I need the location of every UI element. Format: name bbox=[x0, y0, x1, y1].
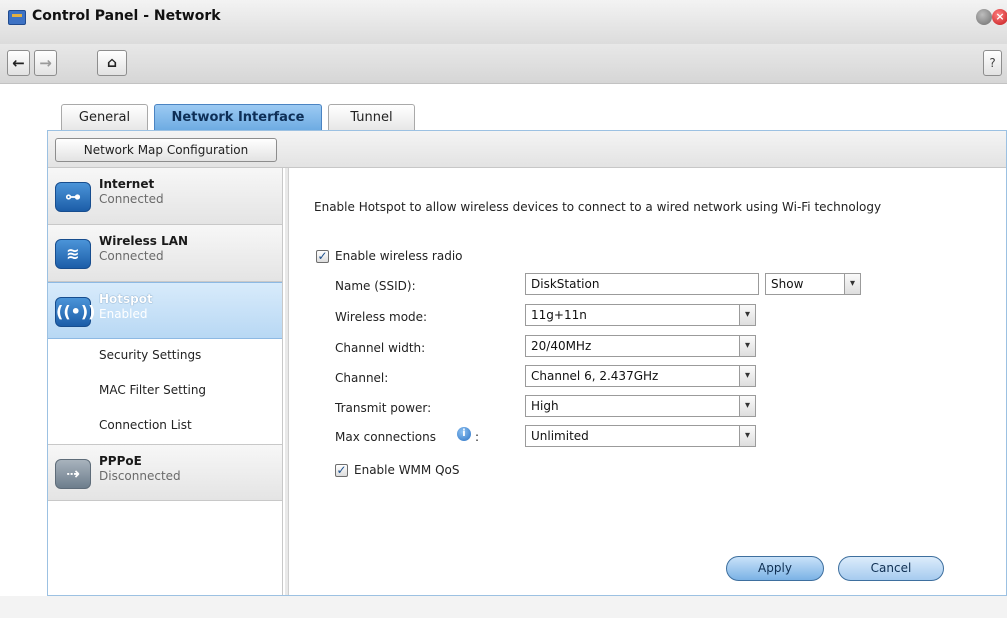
transmit-power-select[interactable]: High ▾ bbox=[525, 395, 756, 417]
chevron-down-icon: ▾ bbox=[739, 336, 755, 356]
tab-network-interface[interactable]: Network Interface bbox=[154, 104, 322, 132]
sidebar-item-hotspot[interactable]: ((•)) Hotspot Enabled bbox=[48, 282, 282, 339]
pppoe-icon: ⇢ bbox=[55, 459, 91, 489]
nav-toolbar: ← → ⌂ ? bbox=[0, 44, 1007, 84]
sidebar-item-label: Internet bbox=[99, 177, 155, 191]
ssid-input[interactable]: DiskStation bbox=[525, 273, 759, 295]
wifi-icon: ≋ bbox=[55, 239, 91, 269]
chevron-down-icon: ▾ bbox=[739, 366, 755, 386]
ssid-visibility-value: Show bbox=[771, 277, 804, 291]
channel-select[interactable]: Channel 6, 2.437GHz ▾ bbox=[525, 365, 756, 387]
channel-width-value: 20/40MHz bbox=[531, 339, 592, 353]
enable-wmm-qos-checkbox[interactable]: ✓ bbox=[335, 464, 348, 477]
minimize-button[interactable] bbox=[976, 9, 992, 25]
sidebar-item-label: PPPoE bbox=[99, 454, 142, 468]
network-map-configuration-button[interactable]: Network Map Configuration bbox=[55, 138, 277, 162]
tab-general[interactable]: General bbox=[61, 104, 148, 131]
sidebar-item-label: Wireless LAN bbox=[99, 234, 189, 248]
cancel-button[interactable]: Cancel bbox=[838, 556, 944, 581]
title-bar: Control Panel - Network × bbox=[0, 0, 1007, 44]
close-button[interactable]: × bbox=[992, 9, 1007, 25]
chevron-down-icon: ▾ bbox=[739, 426, 755, 446]
sidebar-item-status: Enabled bbox=[99, 307, 148, 321]
max-connections-label: Max connections bbox=[335, 430, 436, 444]
channel-label: Channel: bbox=[335, 371, 389, 385]
hotspot-icon: ((•)) bbox=[55, 297, 95, 327]
channel-width-select[interactable]: 20/40MHz ▾ bbox=[525, 335, 756, 357]
sidebar-subitem-security-settings[interactable]: Security Settings bbox=[99, 348, 201, 362]
enable-wireless-radio-checkbox[interactable]: ✓ bbox=[316, 250, 329, 263]
interface-sidebar: ⊶ Internet Connected ≋ Wireless LAN Conn… bbox=[48, 168, 283, 595]
sidebar-splitter[interactable] bbox=[285, 168, 289, 595]
panel-toolbar: Network Map Configuration bbox=[48, 131, 1006, 168]
sidebar-item-status: Connected bbox=[99, 249, 164, 263]
wireless-mode-value: 11g+11n bbox=[531, 308, 587, 322]
chevron-down-icon: ▾ bbox=[739, 305, 755, 325]
network-interface-panel: Network Map Configuration ⊶ Internet Con… bbox=[47, 130, 1007, 596]
wireless-mode-select[interactable]: 11g+11n ▾ bbox=[525, 304, 756, 326]
apply-button[interactable]: Apply bbox=[726, 556, 824, 581]
help-button[interactable]: ? bbox=[983, 50, 1002, 76]
chevron-down-icon: ▾ bbox=[739, 396, 755, 416]
back-arrow-icon[interactable]: ← bbox=[7, 50, 30, 76]
sidebar-subitem-mac-filter[interactable]: MAC Filter Setting bbox=[99, 383, 206, 397]
forward-arrow-icon[interactable]: → bbox=[34, 50, 57, 76]
sidebar-item-pppoe[interactable]: ⇢ PPPoE Disconnected bbox=[48, 444, 282, 501]
ssid-label: Name (SSID): bbox=[335, 279, 416, 293]
transmit-power-value: High bbox=[531, 399, 559, 413]
sidebar-item-internet[interactable]: ⊶ Internet Connected bbox=[48, 168, 282, 225]
home-icon[interactable]: ⌂ bbox=[97, 50, 127, 76]
max-connections-colon: : bbox=[475, 430, 480, 444]
transmit-power-label: Transmit power: bbox=[335, 401, 432, 415]
max-connections-select[interactable]: Unlimited ▾ bbox=[525, 425, 756, 447]
window-title: Control Panel - Network bbox=[32, 8, 221, 24]
sidebar-item-status: Disconnected bbox=[99, 469, 181, 483]
hotspot-description: Enable Hotspot to allow wireless devices… bbox=[314, 200, 882, 214]
info-icon[interactable]: i bbox=[457, 427, 471, 441]
sidebar-subitem-connection-list[interactable]: Connection List bbox=[99, 418, 192, 432]
enable-wireless-radio-label: Enable wireless radio bbox=[335, 249, 463, 263]
enable-wmm-qos-label: Enable WMM QoS bbox=[354, 463, 460, 477]
sidebar-item-label: Hotspot bbox=[99, 292, 153, 306]
channel-value: Channel 6, 2.437GHz bbox=[531, 369, 659, 383]
sidebar-item-wireless-lan[interactable]: ≋ Wireless LAN Connected bbox=[48, 225, 282, 282]
tab-tunnel[interactable]: Tunnel bbox=[328, 104, 415, 131]
max-connections-value: Unlimited bbox=[531, 429, 589, 443]
chevron-down-icon: ▾ bbox=[844, 274, 860, 294]
channel-width-label: Channel width: bbox=[335, 341, 426, 355]
ethernet-icon: ⊶ bbox=[55, 182, 91, 212]
ssid-visibility-select[interactable]: Show ▾ bbox=[765, 273, 861, 295]
control-panel-icon bbox=[8, 10, 26, 25]
sidebar-item-status: Connected bbox=[99, 192, 164, 206]
wireless-mode-label: Wireless mode: bbox=[335, 310, 428, 324]
window-bottom-bar bbox=[0, 596, 1007, 618]
